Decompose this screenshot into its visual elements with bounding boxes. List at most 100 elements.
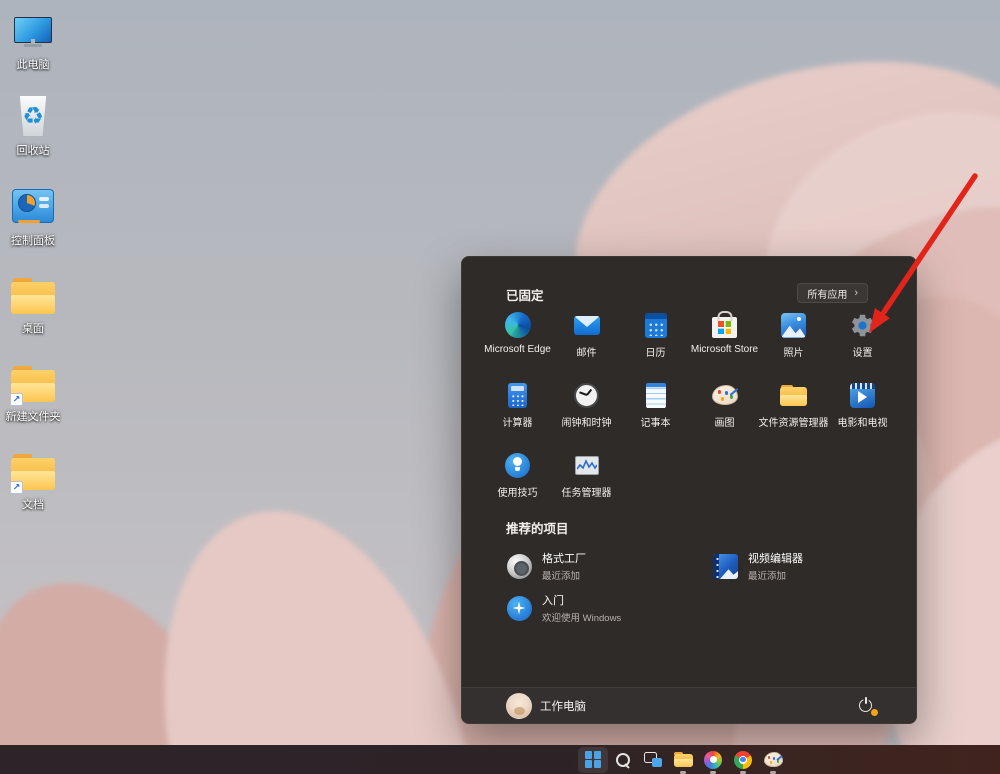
task-view-button[interactable] xyxy=(638,747,668,773)
pinned-app-label: 画图 xyxy=(714,418,735,429)
pinned-app-label: 文件资源管理器 xyxy=(758,418,829,429)
pinned-app-microsoft-edge[interactable]: Microsoft Edge xyxy=(483,307,552,377)
paint-button[interactable] xyxy=(758,747,788,774)
pinned-app-label: 记事本 xyxy=(640,418,671,429)
video-editor-icon xyxy=(712,553,738,579)
get-started-icon xyxy=(506,595,532,621)
pinned-app-label: 照片 xyxy=(783,348,804,359)
power-button[interactable] xyxy=(859,697,878,716)
desktop-icon-desktop-folder[interactable]: 桌面 xyxy=(2,272,64,336)
pinned-app-label: 邮件 xyxy=(576,348,597,359)
desktop-icon-label: 此电脑 xyxy=(16,59,50,71)
pinned-section-header: 已固定 xyxy=(506,289,544,303)
this-pc-icon xyxy=(11,8,55,52)
pinned-app-label: 任务管理器 xyxy=(561,488,612,499)
chrome-button[interactable] xyxy=(728,747,758,774)
pinned-app-settings[interactable]: 设置 xyxy=(828,307,897,377)
desktop-icon-label: 新建文件夹 xyxy=(5,411,61,423)
pinned-app-microsoft-store[interactable]: Microsoft Store xyxy=(690,307,759,377)
desktop-icon-new-folder[interactable]: ↗ 新建文件夹 xyxy=(2,360,64,424)
notepad-icon xyxy=(645,382,666,408)
colorwheel-browser-icon xyxy=(704,750,722,769)
pinned-app-movies-tv[interactable]: 电影和电视 xyxy=(828,377,897,447)
pinned-app-calculator[interactable]: 计算器 xyxy=(483,377,552,447)
user-avatar[interactable] xyxy=(506,692,532,719)
desktop-icon-this-pc[interactable]: 此电脑 xyxy=(2,8,64,72)
task-view-icon xyxy=(644,752,662,767)
store-icon xyxy=(712,317,737,338)
folder-shortcut-icon: ↗ xyxy=(10,448,55,494)
pinned-app-alarms-clock[interactable]: 闹钟和时钟 xyxy=(552,377,621,447)
running-indicator xyxy=(770,771,776,774)
start-menu: 已固定 所有应用 › Microsoft Edge 邮件 日历 Microsof… xyxy=(461,256,917,724)
folder-shortcut-icon: ↗ xyxy=(10,360,55,406)
recommended-item-get-started[interactable]: 入门 欢迎使用 Windows xyxy=(506,587,712,629)
pinned-app-photos[interactable]: 照片 xyxy=(759,307,828,377)
pinned-app-label: 电影和电视 xyxy=(837,418,888,429)
recommended-item-video-editor[interactable]: 视频编辑器 最近添加 xyxy=(712,545,918,587)
folder-icon xyxy=(780,384,807,406)
pinned-app-label: 计算器 xyxy=(502,418,533,429)
browser-colorwheel-button[interactable] xyxy=(698,747,728,774)
pinned-app-label: Microsoft Edge xyxy=(484,344,551,355)
paint-palette-icon xyxy=(763,752,783,767)
recycle-symbol: ♻ xyxy=(22,102,44,130)
pinned-app-label: Microsoft Store xyxy=(690,344,759,355)
all-apps-button[interactable]: 所有应用 › xyxy=(797,283,868,303)
chrome-icon xyxy=(734,750,752,769)
user-name: 工作电脑 xyxy=(540,700,586,713)
pinned-app-label: 设置 xyxy=(852,348,873,359)
recommended-item-title: 入门 xyxy=(542,595,564,607)
pinned-app-tips[interactable]: 使用技巧 xyxy=(483,447,552,517)
desktop-icon-recycle-bin[interactable]: ♻ 回收站 xyxy=(2,94,64,158)
format-factory-icon xyxy=(506,553,532,579)
recommended-item-subtitle: 欢迎使用 Windows xyxy=(542,613,622,624)
pinned-app-label: 日历 xyxy=(645,348,666,359)
paint-palette-icon xyxy=(711,385,738,405)
calendar-icon xyxy=(644,312,667,338)
update-badge xyxy=(870,708,878,716)
pinned-app-mail[interactable]: 邮件 xyxy=(552,307,621,377)
calculator-icon xyxy=(508,382,527,408)
running-indicator xyxy=(680,771,686,774)
recommended-item-subtitle: 最近添加 xyxy=(542,571,581,582)
edge-icon xyxy=(504,312,531,338)
pinned-app-label: 闹钟和时钟 xyxy=(561,418,612,429)
desktop-icon-control-panel[interactable]: 控制面板 xyxy=(2,184,64,248)
recommended-list: 格式工厂 最近添加 视频编辑器 最近添加 入门 欢迎使用 Windows xyxy=(506,545,918,629)
taskbar-icons xyxy=(578,745,788,774)
shortcut-arrow-icon: ↗ xyxy=(10,481,23,494)
desktop-icon-documents-folder[interactable]: ↗ 文档 xyxy=(2,448,64,512)
taskbar xyxy=(0,745,1000,774)
photos-icon xyxy=(781,312,806,338)
running-indicator xyxy=(740,771,746,774)
recommended-section-header: 推荐的项目 xyxy=(506,522,569,536)
pinned-app-file-explorer[interactable]: 文件资源管理器 xyxy=(758,377,829,447)
chevron-right-icon: › xyxy=(854,287,858,299)
pinned-app-notepad[interactable]: 记事本 xyxy=(621,377,690,447)
tips-bulb-icon xyxy=(505,452,530,478)
clock-icon xyxy=(574,382,599,408)
windows-logo-icon xyxy=(584,751,602,768)
all-apps-label: 所有应用 xyxy=(807,289,848,301)
pinned-app-calendar[interactable]: 日历 xyxy=(621,307,690,377)
desktop-icon-label: 控制面板 xyxy=(11,235,55,247)
desktop-icon-label: 回收站 xyxy=(16,145,50,157)
search-button[interactable] xyxy=(608,747,638,773)
pinned-app-task-manager[interactable]: 任务管理器 xyxy=(552,447,621,517)
start-button[interactable] xyxy=(578,746,608,773)
mail-icon xyxy=(573,315,600,335)
file-explorer-button[interactable] xyxy=(668,747,698,774)
settings-gear-icon xyxy=(851,314,874,336)
folder-icon xyxy=(673,752,693,767)
movies-tv-icon xyxy=(850,382,875,408)
folder-icon xyxy=(11,272,55,316)
pinned-app-paint[interactable]: 画图 xyxy=(690,377,759,447)
recommended-item-format-factory[interactable]: 格式工厂 最近添加 xyxy=(506,545,712,587)
control-panel-icon xyxy=(11,184,55,228)
recycle-bin-icon: ♻ xyxy=(11,94,55,138)
shortcut-arrow-icon: ↗ xyxy=(10,393,23,406)
pinned-app-label: 使用技巧 xyxy=(497,488,538,499)
desktop-icon-label: 文档 xyxy=(22,499,44,511)
start-menu-user-bar: 工作电脑 xyxy=(462,687,916,723)
